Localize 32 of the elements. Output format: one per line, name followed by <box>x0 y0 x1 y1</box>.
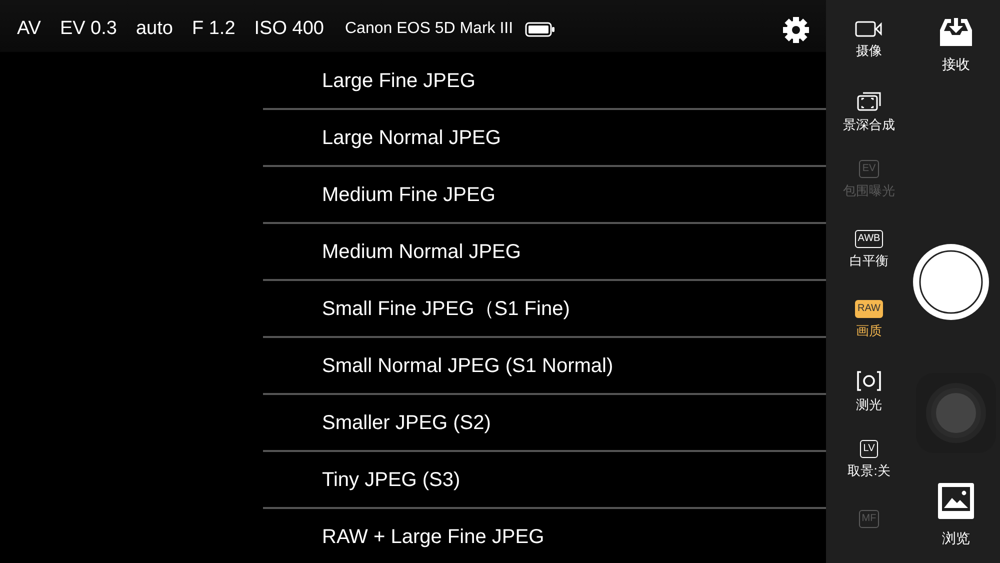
download-tray-icon[interactable] <box>938 16 974 48</box>
quality-option[interactable]: Medium Fine JPEG <box>263 167 826 224</box>
receive-label[interactable]: 接收 <box>942 54 970 75</box>
browse-label[interactable]: 浏览 <box>942 528 970 549</box>
tool-label[interactable]: 摄像 <box>856 44 882 58</box>
status-reading: auto <box>136 16 173 41</box>
quality-option[interactable]: Large Fine JPEG <box>263 53 826 110</box>
status-reading: ISO 400 <box>254 16 324 41</box>
settings-icon[interactable] <box>783 17 809 43</box>
gallery-icon[interactable] <box>938 483 974 519</box>
tool-label[interactable]: 测光 <box>856 398 882 412</box>
status-reading: EV 0.3 <box>60 16 117 41</box>
tool-label[interactable]: 白平衡 <box>850 254 888 268</box>
quality-option[interactable]: Tiny JPEG (S3) <box>263 452 826 509</box>
battery-icon <box>525 22 556 36</box>
mode-badge: RAW <box>854 300 884 318</box>
quality-option[interactable]: Small Fine JPEG（S1 Fine) <box>263 281 826 338</box>
mode-badge: MF <box>858 510 880 528</box>
quality-option[interactable]: Small Normal JPEG (S1 Normal) <box>263 338 826 395</box>
tool-label[interactable]: 取景:关 <box>848 464 890 478</box>
tool-label[interactable]: 景深合成 <box>843 118 895 132</box>
status-reading: AV <box>17 16 41 41</box>
quality-option[interactable]: Medium Normal JPEG <box>263 224 826 281</box>
quality-option[interactable]: Large Normal JPEG <box>263 110 826 167</box>
tool-label[interactable]: 画质 <box>856 324 882 338</box>
mode-badge: EV <box>859 160 879 178</box>
status-reading: F 1.2 <box>192 16 236 41</box>
shutter-button[interactable] <box>912 243 990 321</box>
mode-badge: AWB <box>854 230 884 248</box>
camera-model: Canon EOS 5D Mark III <box>345 19 514 39</box>
quality-option[interactable]: Smaller JPEG (S2) <box>263 395 826 452</box>
mode-badge: LV <box>860 440 878 458</box>
